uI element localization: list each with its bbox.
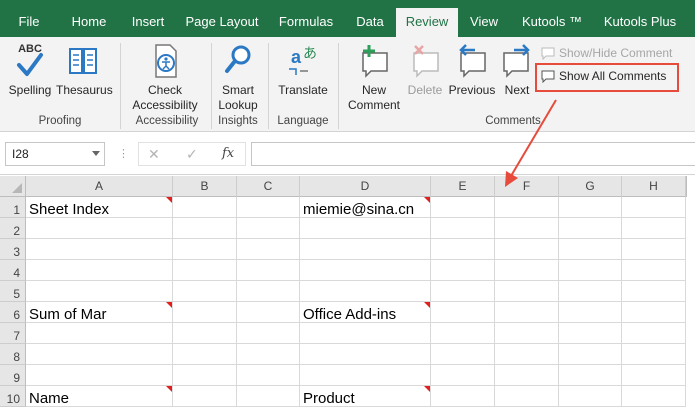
annotation-arrow xyxy=(505,99,557,187)
